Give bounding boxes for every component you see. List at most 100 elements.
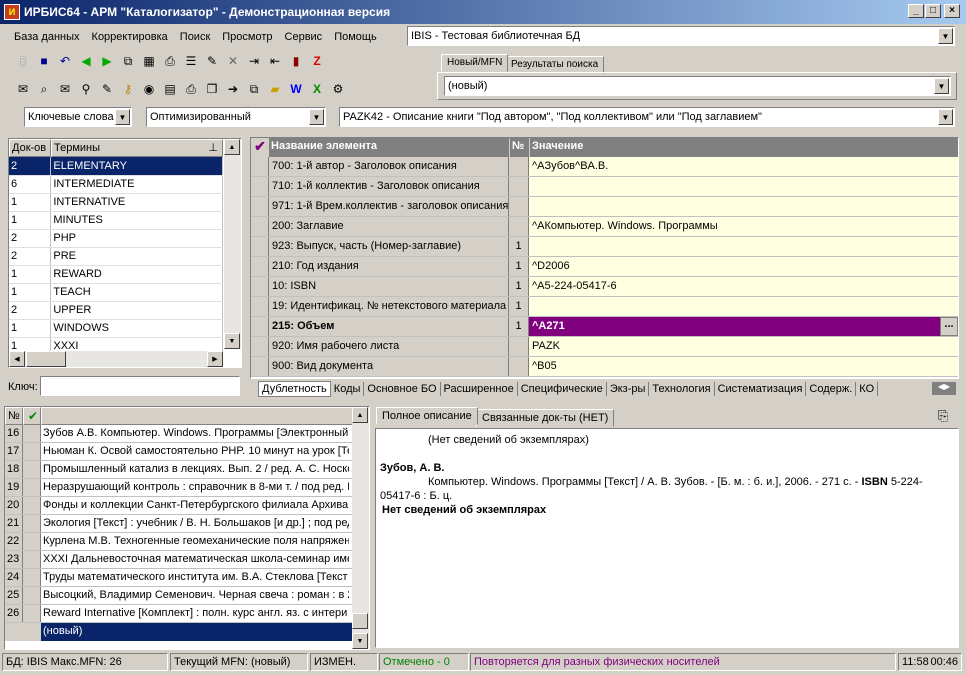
folder-open-icon[interactable]: ▰ — [266, 80, 284, 98]
hscroll-thumb[interactable] — [26, 351, 66, 367]
forward-icon[interactable]: ▶ — [98, 52, 116, 70]
grid-icon[interactable]: ▦ — [140, 52, 158, 70]
scroll-up-icon[interactable]: ▲ — [224, 139, 240, 155]
dictionary-row[interactable]: 1 TEACH — [9, 283, 223, 302]
scroll-down-icon[interactable]: ▼ — [352, 633, 368, 649]
editor-tab[interactable]: Специфические — [518, 382, 607, 396]
dictionary-row[interactable]: 2 PHP — [9, 229, 223, 248]
result-row[interactable]: 16 Зубов А.В. Компьютер. Windows. Програм… — [5, 425, 369, 443]
menu-view[interactable]: Просмотр — [216, 31, 278, 43]
result-row[interactable]: 23 XXXI Дальневосточная математическая шк… — [5, 551, 369, 569]
editor-tab[interactable]: Расширенное — [441, 382, 518, 396]
tab-scroll-arrows[interactable]: ◀▶ — [932, 382, 956, 395]
dictionary-row[interactable]: 6 INTERMEDIATE — [9, 175, 223, 194]
view-icon[interactable]: ◉ — [140, 80, 158, 98]
result-row[interactable]: 19 Неразрушающий контроль : справочник в … — [5, 479, 369, 497]
field-value[interactable]: ^A271... — [529, 317, 958, 336]
tab-new-mfn[interactable]: Новый/MFN — [441, 54, 509, 72]
mail-icon[interactable]: ✉ — [56, 80, 74, 98]
undo-icon[interactable]: ↶ — [56, 52, 74, 70]
export-description-icon[interactable]: ⎘ — [938, 408, 948, 424]
field-row[interactable]: 19: Идентификац. № нетекстового материал… — [251, 297, 958, 317]
vscroll-thumb[interactable] — [352, 613, 368, 629]
chevron-down-icon[interactable]: ▼ — [934, 78, 949, 94]
key-icon[interactable]: ⚷ — [119, 80, 137, 98]
result-check[interactable] — [23, 533, 41, 550]
save-icon[interactable]: ■ — [35, 52, 53, 70]
chevron-down-icon[interactable]: ▼ — [309, 109, 324, 125]
search-mode-select[interactable]: Ключевые слова ▼ — [24, 107, 132, 127]
result-check[interactable] — [23, 605, 41, 622]
chat-icon[interactable]: ✉ — [14, 80, 32, 98]
message-icon[interactable]: ✎ — [98, 80, 116, 98]
editor-tab[interactable]: Коды — [331, 382, 365, 396]
dictionary-row[interactable]: 1 INTERNATIVE — [9, 193, 223, 212]
word-icon[interactable]: W — [287, 80, 305, 98]
field-row[interactable]: 10: ISBN 1 ^A5-224-05417-6 — [251, 277, 958, 297]
print-icon[interactable]: ⎙ — [161, 52, 179, 70]
dictionary-row[interactable]: 2 PRE — [9, 247, 223, 266]
scroll-right-icon[interactable]: ▶ — [207, 351, 223, 367]
col-docs[interactable]: Док-ов — [9, 139, 51, 157]
result-row[interactable]: 17 Ньюман К. Освой самостоятельно PHP. 10… — [5, 443, 369, 461]
dict-vscroll[interactable]: ▲ ▼ — [224, 139, 241, 349]
field-row[interactable]: 700: 1-й автор - Заголовок описания ^AЗуб… — [251, 157, 958, 177]
maximize-button[interactable]: □ — [925, 4, 941, 18]
folder-icon[interactable]: ▤ — [161, 80, 179, 98]
chevron-down-icon[interactable]: ▼ — [115, 109, 130, 125]
editor-tab[interactable]: КО — [856, 382, 879, 396]
editor-tab[interactable]: Технология — [649, 382, 715, 396]
database-select[interactable]: IBIS - Тестовая библиотечная БД ▼ — [407, 26, 955, 46]
scroll-up-icon[interactable]: ▲ — [352, 407, 368, 423]
pages-icon[interactable]: ❐ — [203, 80, 221, 98]
dictionary-row[interactable]: 1 MINUTES — [9, 211, 223, 230]
field-row[interactable]: 971: 1-й Врем.коллектив - заголовок опис… — [251, 197, 958, 217]
field-value[interactable]: ^AКомпьютер. Windows. Программы — [529, 217, 958, 236]
minimize-button[interactable]: _ — [908, 4, 924, 18]
result-check[interactable] — [23, 569, 41, 586]
field-row[interactable]: 900: Вид документа ^B05 — [251, 357, 958, 377]
result-check[interactable] — [23, 551, 41, 568]
chevron-down-icon[interactable]: ▼ — [938, 109, 953, 125]
result-check[interactable] — [23, 479, 41, 496]
result-check[interactable] — [23, 425, 41, 442]
field-value[interactable]: PAZK — [529, 337, 958, 356]
result-row[interactable]: 20 Фонды и коллекции Санкт-Петербургского… — [5, 497, 369, 515]
chevron-down-icon[interactable]: ▼ — [938, 28, 953, 44]
menu-database[interactable]: База данных — [8, 31, 86, 43]
doc-arrow-icon[interactable]: ➔ — [224, 80, 242, 98]
result-row[interactable]: 22 Курлена М.В. Техногенные геомеханическ… — [5, 533, 369, 551]
result-row[interactable]: 26 Reward Internative [Комплект] : полн. … — [5, 605, 369, 623]
col-terms[interactable]: Термины ⊥ — [51, 139, 223, 157]
optimization-select[interactable]: Оптимизированный ▼ — [146, 107, 326, 127]
dictionary-row[interactable]: 2 ELEMENTARY — [9, 157, 223, 176]
import-icon[interactable]: ⇤ — [266, 52, 284, 70]
field-row[interactable]: 210: Год издания 1 ^D2006 — [251, 257, 958, 277]
result-new-row[interactable]: (новый) — [5, 623, 369, 641]
worksheet-select[interactable]: PAZK42 - Описание книги "Под автором", "… — [339, 107, 955, 127]
field-row[interactable]: 215: Объем 1 ^A271... — [251, 317, 958, 337]
field-value[interactable] — [529, 237, 958, 256]
printer-icon[interactable]: ⎙ — [182, 80, 200, 98]
tab-full-description[interactable]: Полное описание — [376, 407, 478, 425]
editor-tab[interactable]: Основное БО — [364, 382, 441, 396]
result-check[interactable] — [23, 587, 41, 604]
field-row[interactable]: 923: Выпуск, часть (Номер-заглавие) 1 — [251, 237, 958, 257]
record-select[interactable]: (новый) ▼ — [444, 76, 951, 96]
result-check[interactable] — [23, 497, 41, 514]
result-check[interactable] — [23, 443, 41, 460]
results-vscroll[interactable]: ▲ ▼ — [352, 407, 369, 649]
copy-icon[interactable]: ⧉ — [119, 52, 137, 70]
field-value[interactable]: ^B05 — [529, 357, 958, 376]
result-check[interactable] — [23, 461, 41, 478]
menu-correction[interactable]: Корректировка — [86, 31, 174, 43]
ellipsis-button[interactable]: ... — [940, 317, 958, 336]
field-value[interactable]: ^A5-224-05417-6 — [529, 277, 958, 296]
menu-service[interactable]: Сервис — [279, 31, 329, 43]
menu-help[interactable]: Помощь — [328, 31, 383, 43]
result-row[interactable]: 24 Труды математического института им. В.… — [5, 569, 369, 587]
tree-icon[interactable]: ☰ — [182, 52, 200, 70]
field-value[interactable] — [529, 297, 958, 316]
barcode-icon[interactable]: ▮ — [287, 52, 305, 70]
field-value[interactable] — [529, 177, 958, 196]
